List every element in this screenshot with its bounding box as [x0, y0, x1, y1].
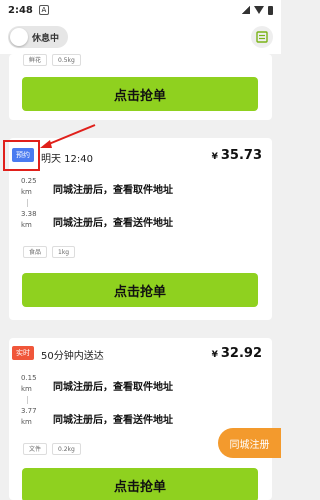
grab-order-button[interactable]: 点击抢单 [22, 273, 258, 307]
grab-order-button[interactable]: 点击抢单 [22, 468, 258, 500]
status-time: 2:48 [8, 4, 33, 16]
order-tag: 0.2kg [52, 443, 81, 455]
delivery-row: 3.77 km 同城注册后，查看送件地址 [21, 407, 261, 431]
price-value: 35.73 [220, 148, 262, 163]
order-price: ¥32.92 [212, 346, 262, 361]
register-fab[interactable]: 同城注册 [218, 428, 281, 458]
route-divider [27, 396, 28, 404]
order-tag: 食品 [23, 246, 48, 258]
order-time: 50分钟内送达 [41, 351, 104, 362]
order-type-badge: 实时 [12, 346, 34, 360]
toggle-label: 休息中 [32, 33, 60, 44]
pickup-address: 同城注册后，查看取件地址 [53, 185, 173, 196]
delivery-distance-unit: km [21, 221, 32, 229]
app-header: 休息中 [0, 20, 281, 54]
delivery-distance-unit: km [21, 418, 32, 426]
order-tags: 文件 0.2kg [23, 443, 81, 455]
delivery-row: 3.38 km 同城注册后，查看送件地址 [21, 210, 261, 234]
route-divider [27, 199, 28, 207]
order-tags: 鲜花 0.5kg [23, 54, 81, 66]
order-tags: 食品 1kg [23, 246, 76, 258]
pickup-distance-unit: km [21, 385, 32, 393]
notification-icon: A [38, 5, 49, 15]
grab-order-button[interactable]: 点击抢单 [22, 77, 258, 111]
pickup-distance-unit: km [21, 188, 32, 196]
order-tag: 鲜花 [23, 54, 48, 66]
order-tag: 1kg [52, 246, 76, 258]
order-tag: 0.5kg [52, 54, 81, 66]
delivery-address: 同城注册后，查看送件地址 [53, 218, 173, 229]
toggle-knob [10, 28, 28, 46]
rest-toggle[interactable]: 休息中 [8, 26, 68, 48]
order-card: 鲜花 0.5kg 点击抢单 [9, 54, 272, 120]
pickup-distance: 0.25 [21, 177, 37, 185]
delivery-distance: 3.77 [21, 407, 37, 415]
wifi-icon [242, 6, 250, 14]
currency-symbol: ¥ [211, 350, 218, 360]
annotation-highlight-box [3, 140, 40, 171]
delivery-distance: 3.38 [21, 210, 37, 218]
price-value: 32.92 [220, 346, 262, 361]
pickup-row: 0.25 km 同城注册后，查看取件地址 [21, 177, 261, 201]
signal-icon [254, 6, 264, 14]
pickup-address: 同城注册后，查看取件地址 [53, 382, 173, 393]
pickup-distance: 0.15 [21, 374, 37, 382]
list-icon [256, 31, 268, 43]
order-price: ¥35.73 [212, 148, 262, 163]
order-tag: 文件 [23, 443, 48, 455]
status-bar: 2:48 A [0, 0, 281, 20]
currency-symbol: ¥ [211, 152, 218, 162]
order-card[interactable]: 实时 50分钟内送达 ¥32.92 0.15 km 同城注册后，查看取件地址 3… [9, 338, 272, 500]
order-card[interactable]: 预约 明天 12:40 ¥35.73 0.25 km 同城注册后，查看取件地址 … [9, 138, 272, 320]
status-icons [242, 5, 273, 15]
order-time: 明天 12:40 [41, 154, 93, 165]
battery-icon [268, 5, 273, 15]
delivery-address: 同城注册后，查看送件地址 [53, 415, 173, 426]
order-list-button[interactable] [251, 26, 273, 48]
pickup-row: 0.15 km 同城注册后，查看取件地址 [21, 374, 261, 398]
